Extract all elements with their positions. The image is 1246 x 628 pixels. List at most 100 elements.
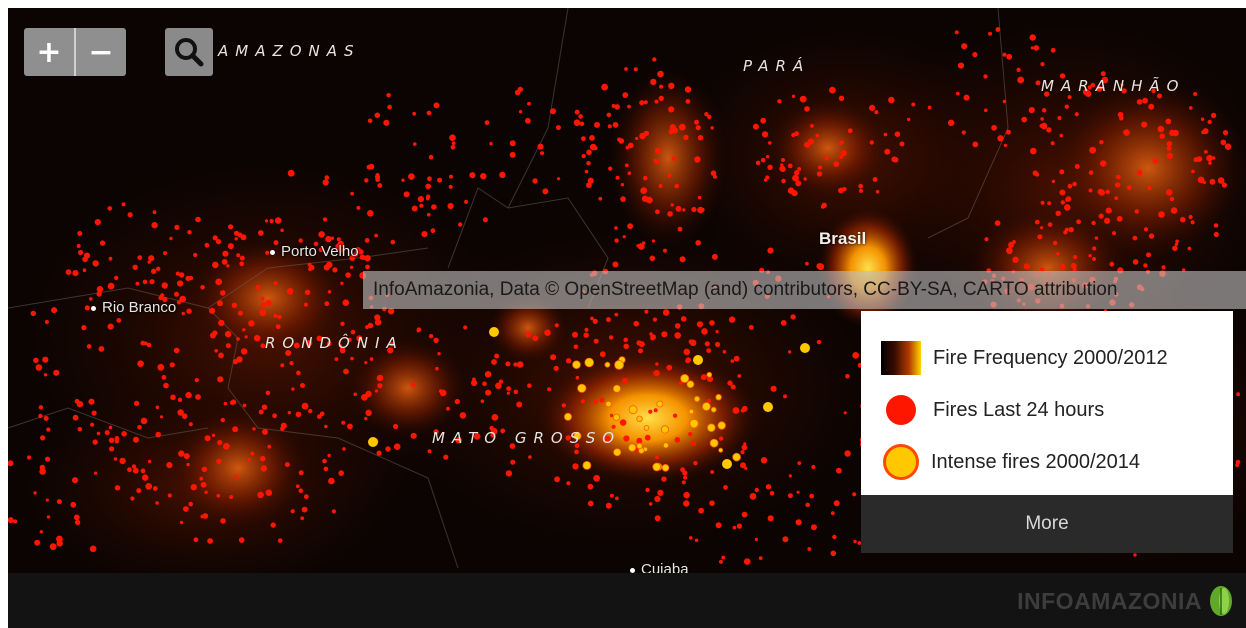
region-label-para: PARÁ xyxy=(743,57,811,75)
fire-point xyxy=(226,264,230,268)
fire-point xyxy=(216,493,221,498)
fire-point xyxy=(187,230,192,235)
fire-point xyxy=(1040,226,1044,230)
intense-fire-point xyxy=(614,359,624,370)
intense-fire-point xyxy=(368,437,378,447)
fire-point xyxy=(954,30,959,35)
fire-point xyxy=(76,401,84,408)
fire-point xyxy=(1100,71,1106,77)
fire-point xyxy=(46,427,51,432)
fire-point xyxy=(788,474,792,478)
fire-point xyxy=(1166,141,1173,147)
fire-point xyxy=(427,212,431,217)
fire-point xyxy=(336,237,341,242)
fire-point xyxy=(8,517,14,524)
fire-point xyxy=(685,357,692,363)
fire-point xyxy=(163,382,169,389)
fire-point xyxy=(89,545,97,553)
fire-point xyxy=(366,164,372,170)
fire-point xyxy=(695,125,701,131)
fire-point xyxy=(663,248,667,253)
fire-point xyxy=(152,210,157,215)
zoom-out-button[interactable]: − xyxy=(76,28,126,76)
fire-point xyxy=(832,534,837,540)
region-label-maranhao: MARANHÃO xyxy=(1041,77,1186,95)
fire-point xyxy=(1059,133,1064,138)
fire-point xyxy=(622,92,629,98)
fire-point xyxy=(1046,127,1052,133)
fire-point xyxy=(1147,185,1152,191)
fire-point xyxy=(484,371,492,378)
fire-point xyxy=(574,449,579,455)
fire-point xyxy=(166,462,173,469)
fire-point xyxy=(224,330,232,338)
fire-point xyxy=(770,385,777,392)
fire-point xyxy=(622,378,628,384)
fire-point xyxy=(668,82,675,90)
brand-logo-text[interactable]: INFOAMAZONIA xyxy=(1017,588,1202,615)
fire-point xyxy=(412,111,417,116)
fire-point xyxy=(190,484,197,491)
fire-point xyxy=(228,224,234,230)
fire-point xyxy=(984,237,989,242)
fire-point xyxy=(768,141,772,145)
fire-point xyxy=(683,475,688,480)
fire-point xyxy=(689,339,697,347)
fire-point xyxy=(1220,139,1227,146)
fire-point xyxy=(1047,222,1053,227)
fire-point xyxy=(221,259,228,265)
magnifier-icon xyxy=(175,38,204,67)
more-button[interactable]: More xyxy=(861,495,1233,553)
fire-point xyxy=(1115,174,1121,180)
fire-point xyxy=(195,394,201,400)
fire-point xyxy=(482,381,487,387)
fire-point xyxy=(1017,76,1025,84)
fire-point xyxy=(525,331,532,338)
intense-fire-point xyxy=(612,413,621,421)
fire-point xyxy=(267,444,272,449)
fire-point xyxy=(505,470,513,477)
fire-point xyxy=(421,231,428,238)
fire-point xyxy=(581,136,586,142)
fire-point xyxy=(1005,129,1011,135)
fire-point xyxy=(961,130,966,135)
intense-fire-point xyxy=(717,421,726,430)
map-attribution: InfoAmazonia, Data © OpenStreetMap (and)… xyxy=(363,271,1246,309)
zoom-in-button[interactable]: + xyxy=(24,28,74,76)
fire-point xyxy=(323,466,329,472)
fire-point xyxy=(654,99,659,104)
fire-point xyxy=(635,136,639,141)
fire-point xyxy=(636,244,640,248)
fire-point xyxy=(155,405,160,410)
fire-point xyxy=(155,501,159,505)
fire-point xyxy=(448,184,453,189)
fire-point xyxy=(575,375,580,380)
fire-point xyxy=(994,220,1001,226)
fire-map[interactable]: AMAZONAS PARÁ MARANHÃO RONDÔNIA MATO GRO… xyxy=(8,8,1246,573)
fire-point xyxy=(1189,106,1193,110)
fire-point xyxy=(46,515,51,519)
intense-fire-point xyxy=(718,447,724,453)
fire-point xyxy=(1003,143,1008,148)
fire-point xyxy=(513,389,519,395)
fire-point xyxy=(353,392,358,397)
fire-point xyxy=(578,114,583,119)
fire-point xyxy=(1166,146,1172,151)
fire-point xyxy=(454,398,460,405)
search-button[interactable] xyxy=(165,28,213,76)
fire-point xyxy=(77,231,83,236)
fire-point xyxy=(287,411,291,415)
fire-point xyxy=(177,409,184,416)
fire-point xyxy=(842,187,847,192)
fire-point xyxy=(644,309,649,314)
fire-point xyxy=(1008,241,1015,248)
fire-point xyxy=(131,464,137,469)
intense-fire-point xyxy=(722,459,732,469)
fire-point xyxy=(667,173,672,178)
fire-point xyxy=(426,110,432,116)
fire-point xyxy=(200,285,205,290)
fire-point xyxy=(322,458,327,464)
fire-point xyxy=(740,408,745,413)
fire-point xyxy=(296,370,301,376)
fire-point xyxy=(654,495,661,503)
